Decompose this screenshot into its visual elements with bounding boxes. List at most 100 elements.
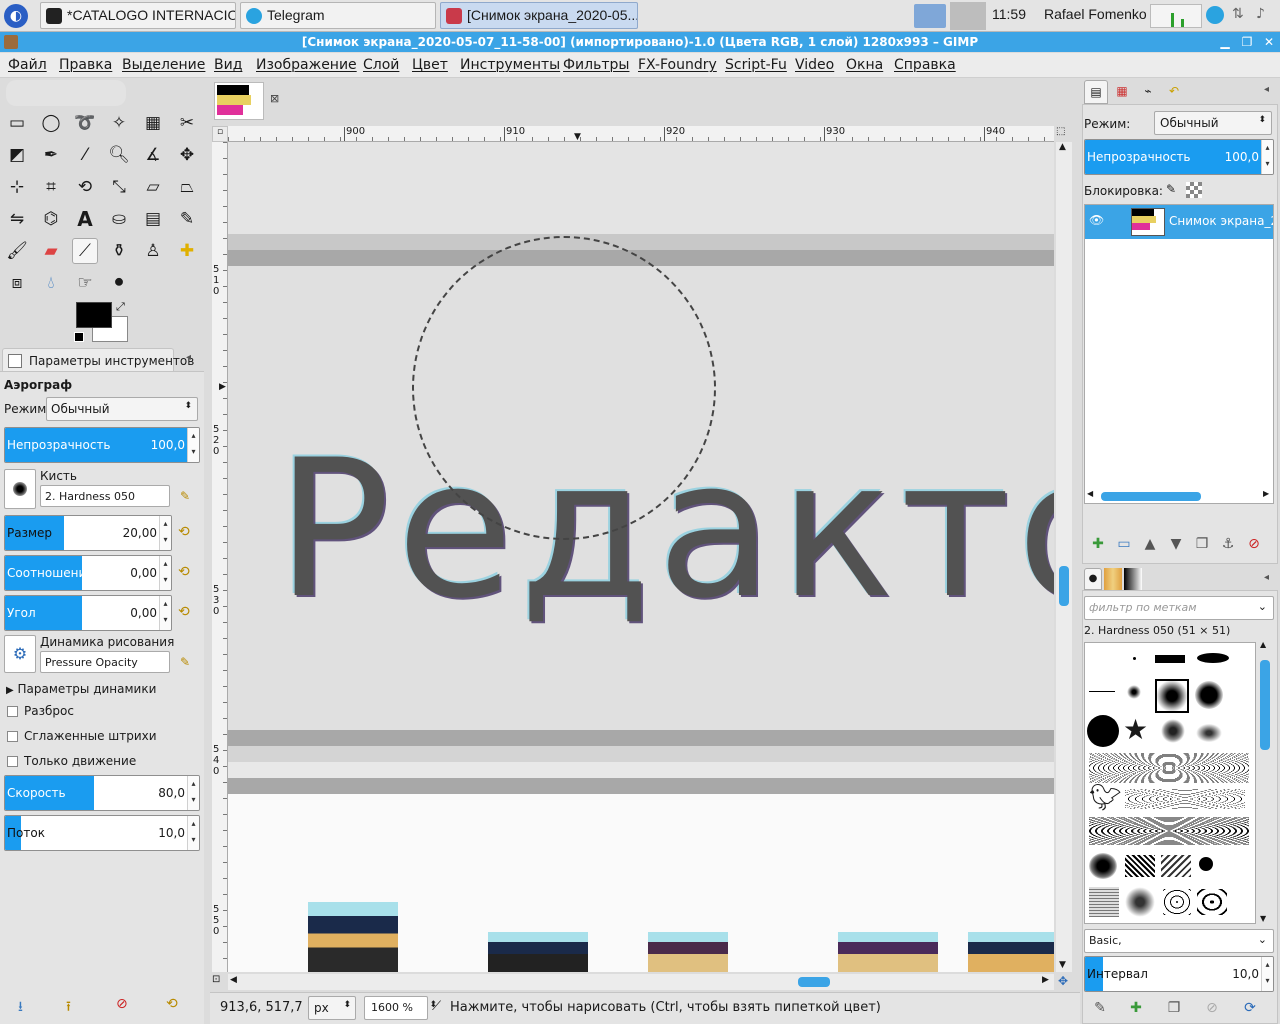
new-layer-group-icon[interactable]: ▭ xyxy=(1114,534,1134,554)
blur-icon[interactable]: 💧︎ xyxy=(38,270,64,296)
spin-arrows-icon[interactable]: ▴ ▾ xyxy=(1261,957,1273,991)
ellipse-select-icon[interactable]: ◯ xyxy=(38,110,64,136)
brush-tag-filter[interactable]: фильтр по меткам ⌄ xyxy=(1084,596,1274,620)
maximize-icon[interactable]: ❐ xyxy=(1238,32,1256,52)
task-gimp[interactable]: [Снимок экрана_2020-05... xyxy=(440,2,638,29)
opacity-slider[interactable]: Непрозрачность 100,0 ▴ ▾ xyxy=(4,427,200,463)
anchor-layer-icon[interactable]: ⚓︎ xyxy=(1218,534,1238,554)
brushes-tab[interactable]: ● xyxy=(1084,568,1102,590)
cage-transform-icon[interactable]: ⌬ xyxy=(38,206,64,232)
angle-slider[interactable]: Угол 0,00 ▴ ▾ xyxy=(4,595,172,631)
edit-brush-icon[interactable]: ✎ xyxy=(1090,998,1110,1018)
visibility-eye-icon[interactable]: 👁︎ xyxy=(1089,213,1104,227)
task-catalogo[interactable]: *CATALOGO INTERNACIO... xyxy=(40,2,236,29)
vertical-scrollbar[interactable]: ▲ ▼ xyxy=(1056,142,1072,972)
lock-pixels-icon[interactable]: ✎ xyxy=(1166,182,1176,196)
gradient-icon[interactable]: ▤ xyxy=(140,206,166,232)
menu-select[interactable]: Выделение xyxy=(122,57,205,73)
volume-icon[interactable]: ♪ xyxy=(1256,6,1274,24)
undo-history-tab[interactable]: ↶ xyxy=(1162,80,1186,104)
brush-preview[interactable] xyxy=(4,469,36,509)
menu-fx-foundry[interactable]: FX-Foundry xyxy=(638,57,717,73)
paintbrush-icon[interactable]: 🖌︎ xyxy=(4,238,30,264)
menu-edit[interactable]: Правка xyxy=(59,57,112,73)
brushes-vscroll[interactable]: ▲ ▼ xyxy=(1258,640,1272,924)
spin-arrows-icon[interactable]: ▴ ▾ xyxy=(187,428,199,462)
menu-colors[interactable]: Цвет xyxy=(412,57,448,73)
scissors-icon[interactable]: ✂ xyxy=(174,110,200,136)
channels-tab[interactable]: ▦ xyxy=(1110,80,1134,104)
dock-menu-icon[interactable]: ◂ xyxy=(1264,572,1269,583)
new-brush-icon[interactable]: ✚ xyxy=(1126,998,1146,1018)
image-canvas[interactable]: Редакто xyxy=(228,142,1054,972)
spin-arrows-icon[interactable]: ▴ ▾ xyxy=(187,776,199,810)
reset-ratio-icon[interactable]: ⟲ xyxy=(178,564,190,580)
reset-angle-icon[interactable]: ⟲ xyxy=(178,604,190,620)
lower-layer-icon[interactable]: ▼ xyxy=(1166,534,1186,554)
scale-icon[interactable]: ⤡ xyxy=(106,174,132,200)
brush-spacing-slider[interactable]: Интервал 10,0 ▴ ▾ xyxy=(1084,956,1274,992)
dock-menu-icon[interactable]: ◂ xyxy=(1264,84,1269,95)
scroll-right-icon[interactable]: ▶ xyxy=(1263,489,1269,498)
delete-brush-icon[interactable]: ⊘ xyxy=(1202,998,1222,1018)
close-icon[interactable]: ✕ xyxy=(1260,32,1278,52)
ruler-corner[interactable]: ▫ xyxy=(212,126,228,142)
desktop-pager[interactable] xyxy=(950,2,986,30)
tab-menu-icon[interactable]: ◂ xyxy=(186,352,191,363)
start-menu-icon[interactable]: ◐ xyxy=(4,4,28,28)
move-icon[interactable]: ✥ xyxy=(174,142,200,168)
lock-alpha-icon[interactable] xyxy=(1186,182,1202,198)
menu-script-fu[interactable]: Script-Fu xyxy=(725,57,787,73)
flow-slider[interactable]: Поток 10,0 ▴ ▾ xyxy=(4,815,200,851)
airbrush-icon[interactable]: ⟋ xyxy=(72,238,98,264)
layers-hscroll[interactable]: ◀ ▶ xyxy=(1087,489,1273,503)
delete-options-icon[interactable]: ⊘ xyxy=(116,996,128,1012)
user-name[interactable]: Rafael Fomenko xyxy=(1044,6,1147,22)
clone-icon[interactable]: ♙ xyxy=(140,238,166,264)
text-icon[interactable]: A xyxy=(72,206,98,232)
paths-icon[interactable]: ✒ xyxy=(38,142,64,168)
raise-layer-icon[interactable]: ▲ xyxy=(1140,534,1160,554)
scroll-up-icon[interactable]: ▲ xyxy=(1059,142,1066,152)
duplicate-layer-icon[interactable]: ❐ xyxy=(1192,534,1212,554)
navigate-icon[interactable]: ⊡ xyxy=(212,974,228,990)
foreground-select-icon[interactable]: ◩ xyxy=(4,142,30,168)
clock[interactable]: 11:59 xyxy=(992,6,1026,22)
lasso-select-icon[interactable]: ➰ xyxy=(72,110,98,136)
delete-layer-icon[interactable]: ⊘ xyxy=(1244,534,1264,554)
foreground-color-swatch[interactable] xyxy=(76,302,112,328)
scroll-down-icon[interactable]: ▼ xyxy=(1260,914,1266,923)
keyboard-layout-icon[interactable] xyxy=(914,4,946,28)
align-icon[interactable]: ⊹ xyxy=(4,174,30,200)
layer-opacity-slider[interactable]: Непрозрачность 100,0 ▴ ▾ xyxy=(1084,139,1274,175)
motion-only-checkbox[interactable] xyxy=(7,756,18,767)
color-picker-icon[interactable]: ⁄ xyxy=(72,142,98,168)
eraser-icon[interactable]: ▰ xyxy=(38,238,64,264)
edit-dynamics-icon[interactable]: ✎ xyxy=(180,655,190,669)
patterns-tab[interactable] xyxy=(1104,568,1122,590)
zoom-icon[interactable]: 🔍︎ xyxy=(106,142,132,168)
spin-arrows-icon[interactable]: ▴ ▾ xyxy=(159,516,171,550)
telegram-tray-icon[interactable] xyxy=(1206,6,1224,24)
menu-view[interactable]: Вид xyxy=(214,57,242,73)
perspective-icon[interactable]: ⏢ xyxy=(174,174,200,200)
measure-icon[interactable]: ∡ xyxy=(140,142,166,168)
selected-brush[interactable] xyxy=(1155,679,1189,713)
ink-icon[interactable]: ⚱ xyxy=(106,238,132,264)
scroll-right-icon[interactable]: ▶ xyxy=(1042,975,1049,985)
pencil-icon[interactable]: ✎ xyxy=(174,206,200,232)
spin-arrows-icon[interactable]: ▴ ▾ xyxy=(159,556,171,590)
brush-preset-select[interactable]: Basic, ⌄ xyxy=(1084,929,1274,953)
menu-video[interactable]: Video xyxy=(795,57,834,73)
top-ruler[interactable]: 900 910 920 930 940 ▼ xyxy=(228,126,1054,142)
scroll-down-icon[interactable]: ▼ xyxy=(1059,960,1066,970)
new-layer-icon[interactable]: ✚ xyxy=(1088,534,1108,554)
menu-file[interactable]: Файл xyxy=(8,57,47,73)
dynamics-params-expander[interactable]: ▶ Параметры динамики xyxy=(6,682,156,696)
zoom-select[interactable]: 1600 % ⬍ xyxy=(364,996,437,1020)
layer-name[interactable]: Снимок экрана_2020 xyxy=(1169,214,1273,228)
quick-mask-toggle[interactable]: ⬚ xyxy=(1056,126,1072,142)
navigation-icon[interactable]: ✥ xyxy=(1058,974,1068,988)
close-image-tab-icon[interactable]: ⊠ xyxy=(270,92,279,105)
brush-grid[interactable]: ★ 🐦︎ xyxy=(1084,642,1256,924)
